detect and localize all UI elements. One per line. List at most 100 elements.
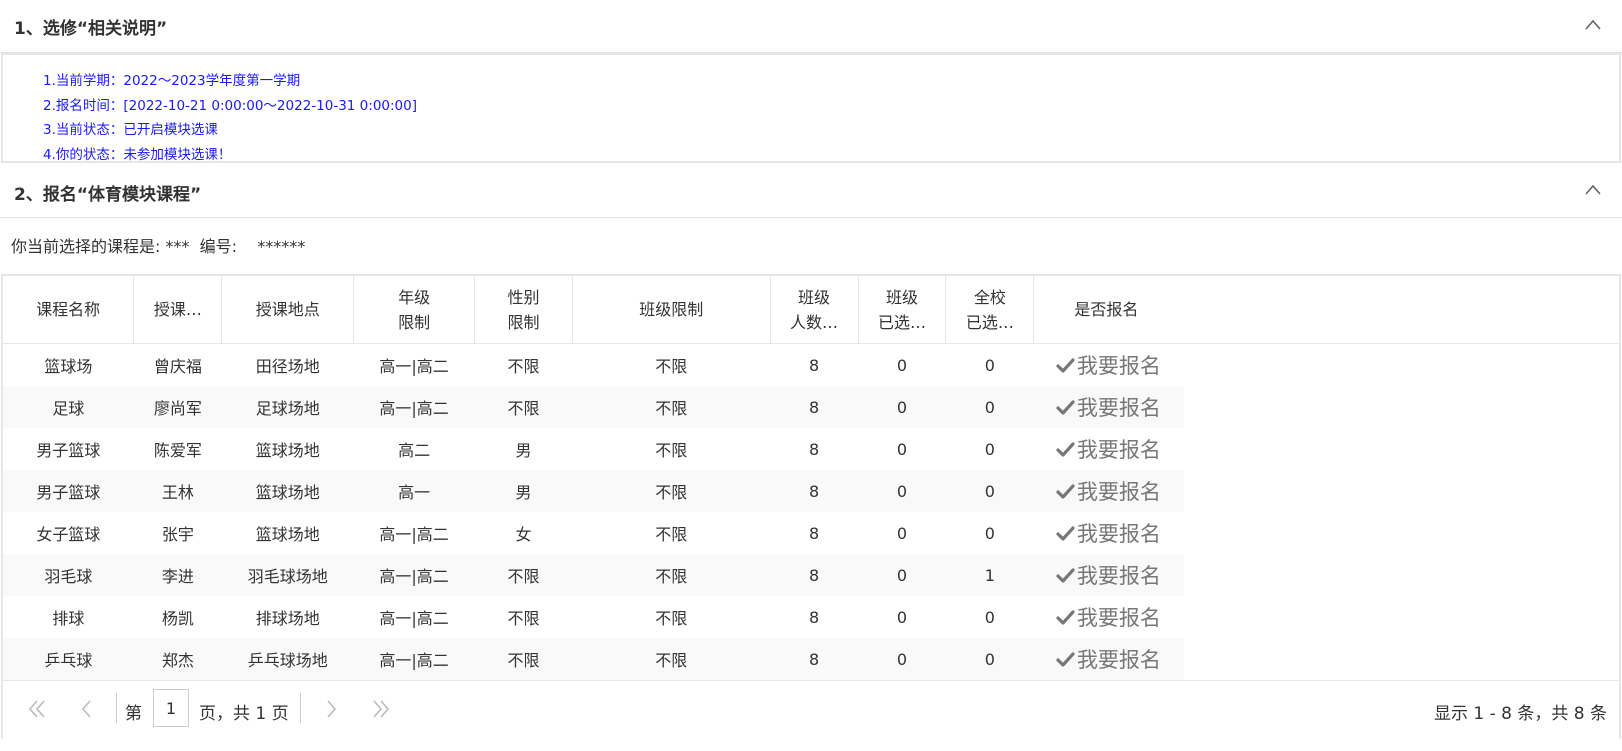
column-header-text: 人数… <box>790 312 839 332</box>
cell-location: 排球场地 <box>255 609 320 628</box>
chevron-up-icon[interactable] <box>1584 181 1602 199</box>
cell-class-selected: 0 <box>858 554 946 596</box>
check-icon <box>1056 568 1075 583</box>
cell-school-selected: 0 <box>984 523 995 543</box>
column-header-text: 已选… <box>965 312 1014 332</box>
signup-button[interactable]: 我要报名 <box>1034 512 1619 554</box>
cell-class-capacity: 8 <box>808 439 820 459</box>
check-icon <box>1056 610 1075 625</box>
column-header-teacher: 授课… <box>133 276 223 344</box>
column-header-grade-limit: 年级 限制 <box>353 276 476 344</box>
column-header-text: 全校 <box>973 287 1006 307</box>
cell-course-name: 男子篮球 <box>3 470 134 512</box>
check-icon <box>1056 442 1075 457</box>
current-course: *** <box>165 237 190 256</box>
cell-teacher: 廖尚军 <box>133 386 222 428</box>
column-header-class-selected: 班级 已选… <box>858 276 947 344</box>
cell-teacher: 李进 <box>133 554 222 596</box>
signup-button[interactable]: 我要报名 <box>1033 470 1619 512</box>
course-code-label: 编号: <box>189 237 248 256</box>
table-row: 羽毛球 李进 羽毛球场地 高一|高二 不限 不限 8 0 1 我要报名 <box>3 554 1619 596</box>
next-page-icon[interactable] <box>321 698 341 720</box>
last-page-icon[interactable] <box>371 698 391 720</box>
column-header-text: 班级 <box>885 287 918 307</box>
table-row: 排球 杨凯 排球场地 高一|高二 不限 不限 8 0 0 我要报名 <box>3 596 1619 638</box>
section-header-notes[interactable]: 1、选修“相关说明” <box>0 0 1622 53</box>
cell-class-capacity: 8 <box>808 523 820 543</box>
cell-teacher: 杨凯 <box>161 609 194 628</box>
column-header-text: 授课… <box>153 300 202 319</box>
cell-teacher: 王林 <box>133 470 222 512</box>
table-body: 篮球场 曾庆福 田径场地 高一|高二 不限 不限 8 0 0 我要报名 足球 廖尚军 足球场地 高一|高二… <box>3 344 1619 680</box>
signup-label: 我要报名 <box>1076 606 1161 630</box>
column-header-course-name: 课程名称 <box>3 276 135 344</box>
table-row: 篮球场 曾庆福 田径场地 高一|高二 不限 不限 8 0 0 我要报名 <box>3 344 1619 387</box>
table-row: 女子篮球 张宇 篮球场地 高一|高二 女 不限 8 0 0 我要报名 <box>3 512 1619 554</box>
cell-location: 篮球场地 <box>255 525 320 544</box>
signup-button[interactable]: 我要报名 <box>1033 386 1619 428</box>
cell-class-selected: 0 <box>858 386 946 428</box>
cell-class-capacity: 8 <box>770 386 859 428</box>
section-title-signup: 2、报名“体育模块课程” <box>14 185 202 205</box>
cell-teacher: 曾庆福 <box>153 357 202 376</box>
cell-class-limit: 不限 <box>572 638 771 680</box>
signup-button[interactable]: 我要报名 <box>1033 554 1619 596</box>
column-header-class-limit: 班级限制 <box>572 276 771 344</box>
signup-label: 我要报名 <box>1076 564 1161 588</box>
cell-school-selected: 0 <box>984 355 995 375</box>
column-header-text: 班级限制 <box>639 300 704 319</box>
cell-grade-limit: 高一 <box>353 470 475 512</box>
info-your-status: 4.你的状态：未参加模块选课！ <box>43 146 232 163</box>
course-table: 课程名称 授课… 授课地点 年级 限制 性别 限制 班级限制 班级 人数… 班级 已选… 全校 已选… 是否… <box>3 276 1619 680</box>
page-number-input[interactable] <box>153 689 189 727</box>
cell-teacher: 陈爱军 <box>153 441 202 460</box>
cell-location: 足球场地 <box>221 386 354 428</box>
section-header-signup[interactable]: 2、报名“体育模块课程” <box>0 163 1622 218</box>
cell-location: 篮球场地 <box>255 441 320 460</box>
info-panel: 1.当前学期：2022～2023学年度第一学期 2.报名时间：[2022-10-… <box>1 53 1621 163</box>
cell-class-limit: 不限 <box>572 470 771 512</box>
cell-teacher: 张宇 <box>161 525 194 544</box>
column-header-gender-limit: 性别 限制 <box>474 276 573 344</box>
column-header-signup-status: 是否报名 <box>1033 276 1619 344</box>
cell-school-selected: 1 <box>945 554 1034 596</box>
signup-button[interactable]: 我要报名 <box>1033 638 1619 680</box>
signup-button[interactable]: 我要报名 <box>1034 596 1619 638</box>
column-header-text: 限制 <box>507 312 540 332</box>
column-header-text: 课程名称 <box>36 300 101 319</box>
signup-label: 我要报名 <box>1076 354 1161 378</box>
table-row: 足球 廖尚军 足球场地 高一|高二 不限 不限 8 0 0 我要报名 <box>3 386 1619 428</box>
cell-class-capacity: 8 <box>770 554 859 596</box>
page-prefix: 第 <box>125 704 142 724</box>
info-current-status: 3.当前状态：已开启模块选课 <box>43 122 218 138</box>
table-header: 课程名称 授课… 授课地点 年级 限制 性别 限制 班级限制 班级 人数… 班级 已选… 全校 已选… 是否… <box>3 276 1619 344</box>
first-page-icon[interactable] <box>27 698 47 720</box>
column-header-school-selected: 全校已选… <box>945 276 1035 344</box>
cell-grade-limit: 高一|高二 <box>379 525 449 544</box>
signup-label: 我要报名 <box>1076 522 1161 546</box>
cell-school-selected: 0 <box>945 638 1034 680</box>
signup-button[interactable]: 我要报名 <box>1034 428 1619 470</box>
cell-class-limit: 不限 <box>572 386 771 428</box>
cell-class-selected: 0 <box>896 355 908 375</box>
pager-divider <box>300 693 301 723</box>
cell-class-capacity: 8 <box>808 355 820 375</box>
signup-button[interactable]: 我要报名 <box>1034 344 1619 387</box>
column-header-class-capacity: 班级 人数… <box>770 276 859 344</box>
cell-class-limit: 不限 <box>655 525 688 544</box>
cell-class-limit: 不限 <box>572 554 771 596</box>
current-selection: 你当前选择的课程是: *** 编号: ****** <box>0 218 1622 274</box>
prev-page-icon[interactable] <box>77 698 97 720</box>
cell-course-name: 羽毛球 <box>3 554 134 596</box>
column-header-text: 授课地点 <box>255 300 320 319</box>
signup-label: 我要报名 <box>1076 438 1161 462</box>
cell-gender-limit: 男 <box>474 470 573 512</box>
cell-class-selected: 0 <box>896 607 908 627</box>
cell-course-name: 排球 <box>52 609 85 628</box>
page-summary: 显示 1 - 8 条，共 8 条 <box>1433 704 1607 724</box>
chevron-up-icon[interactable] <box>1584 16 1602 34</box>
page-suffix: 页，共 1 页 <box>199 704 289 724</box>
table-row: 男子篮球 王林 篮球场地 高一男不限 8 0 0 我要报名 <box>3 470 1619 512</box>
cell-class-limit: 不限 <box>655 357 688 376</box>
cell-grade-limit: 高二 <box>398 441 431 460</box>
